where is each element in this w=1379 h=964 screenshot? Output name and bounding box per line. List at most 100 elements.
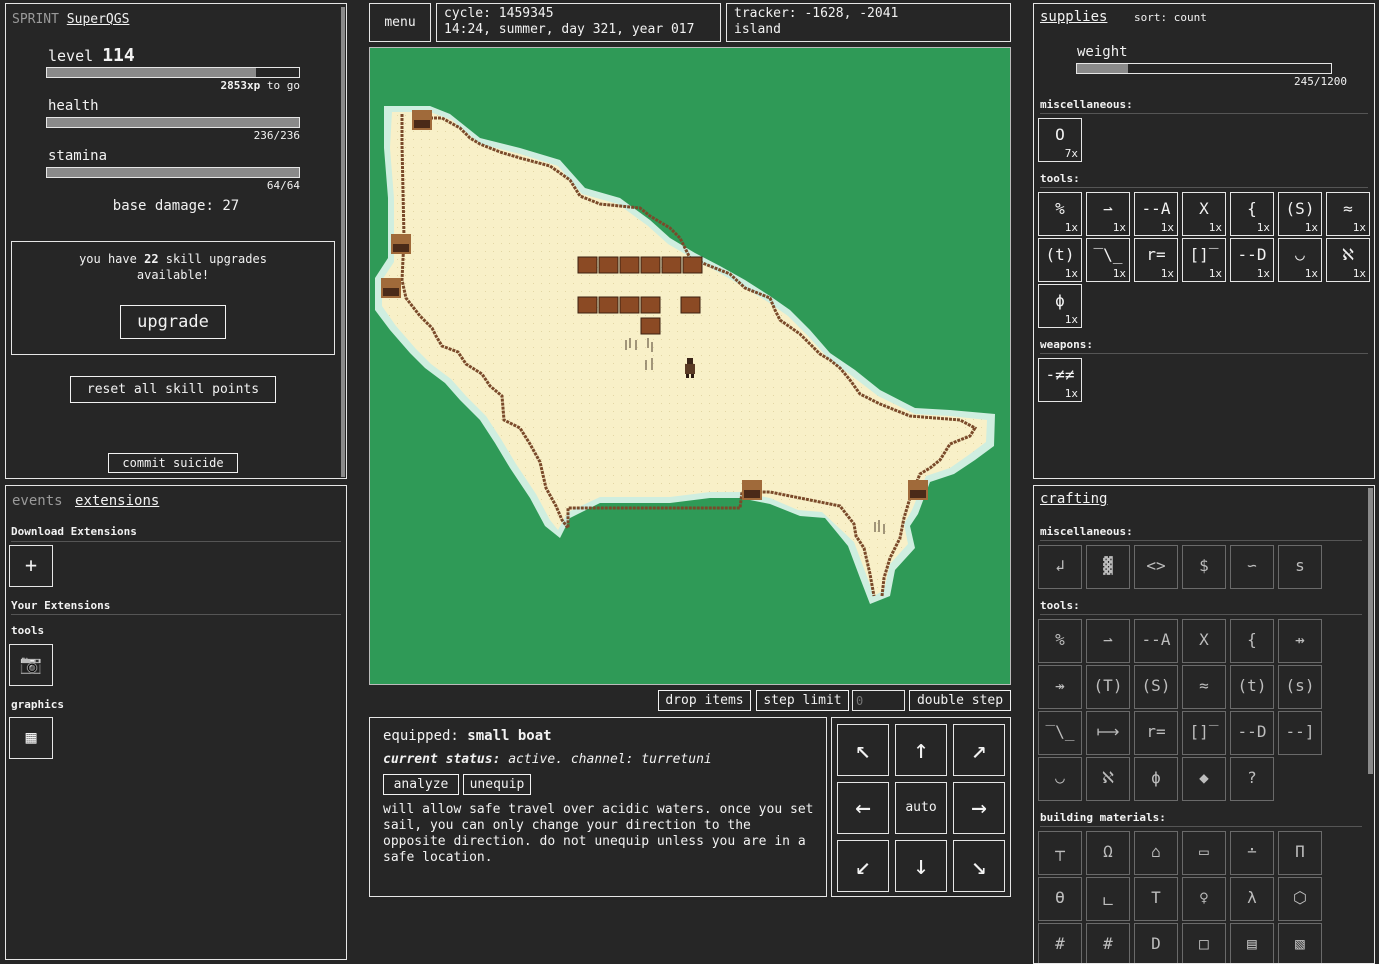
craft-recipe-slot[interactable]: □	[1182, 923, 1226, 963]
craft-recipe-slot[interactable]: ∽	[1230, 545, 1274, 589]
analyze-button[interactable]: analyze	[383, 774, 459, 795]
step-limit-input[interactable]	[852, 690, 905, 711]
craft-recipe-slot[interactable]: ◡	[1038, 757, 1082, 801]
scrollbar[interactable]	[341, 7, 345, 477]
craft-recipe-slot[interactable]: ▤	[1230, 923, 1274, 963]
craft-recipe-slot[interactable]: --]	[1278, 711, 1322, 755]
craft-recipe-slot[interactable]: ℵ	[1086, 757, 1130, 801]
move-west-button[interactable]: ←	[837, 782, 889, 834]
craft-recipe-slot[interactable]: ‾\_	[1038, 711, 1082, 755]
double-step-button[interactable]: double step	[909, 690, 1011, 711]
grid-extension[interactable]: ▦	[9, 717, 53, 759]
supply-item-slot[interactable]: {1x	[1230, 192, 1274, 236]
move-north-button[interactable]: ↑	[895, 724, 947, 776]
craft-recipe-slot[interactable]: ≈	[1182, 665, 1226, 709]
commit-suicide-button[interactable]: commit suicide	[108, 453, 238, 473]
craft-recipe-slot[interactable]: ⟼	[1086, 711, 1130, 755]
craft-recipe-slot[interactable]: #	[1038, 923, 1082, 963]
craft-recipe-slot[interactable]: %	[1038, 619, 1082, 663]
craft-recipe-slot[interactable]: ∸	[1230, 831, 1274, 875]
craft-recipe-slot[interactable]: ϴ	[1038, 877, 1082, 921]
craft-recipe-slot[interactable]: ▧	[1278, 923, 1322, 963]
scrollbar[interactable]	[1368, 488, 1373, 774]
supply-item-slot[interactable]: r= 1x	[1134, 238, 1178, 282]
tab-events[interactable]: events	[12, 493, 63, 509]
menu-button[interactable]: menu	[369, 3, 431, 42]
supply-item-slot[interactable]: O 7x	[1038, 118, 1082, 162]
craft-recipe-slot[interactable]: ♀	[1182, 877, 1226, 921]
reset-skill-points-button[interactable]: reset all skill points	[70, 376, 276, 403]
supply-item-slot[interactable]: []‾ 1x	[1182, 238, 1226, 282]
craft-recipe-slot[interactable]: (t)	[1230, 665, 1274, 709]
craft-recipe-slot[interactable]: --A	[1134, 619, 1178, 663]
supply-item-slot[interactable]: -≠≠ 1x	[1038, 358, 1082, 402]
move-southeast-button[interactable]: ↘	[953, 840, 1005, 892]
supply-item-slot[interactable]: ‾\_ 1x	[1086, 238, 1130, 282]
add-extension-button[interactable]: +	[9, 545, 53, 587]
craft-recipe-slot[interactable]: #	[1086, 923, 1130, 963]
supply-item-slot[interactable]: --A 1x	[1134, 192, 1178, 236]
craft-recipe-slot[interactable]: r=	[1134, 711, 1178, 755]
move-northwest-button[interactable]: ↖	[837, 724, 889, 776]
craft-recipe-slot[interactable]: ↲	[1038, 545, 1082, 589]
camera-extension[interactable]: 📷	[9, 644, 53, 686]
sort-control[interactable]: sort: count	[1134, 11, 1207, 24]
supply-item-slot[interactable]: ⇀ 1x	[1086, 192, 1130, 236]
supply-item-slot[interactable]: (S) 1x	[1278, 192, 1322, 236]
supply-item-slot[interactable]: ≈1x	[1326, 192, 1370, 236]
craft-recipe-slot[interactable]: []‾	[1182, 711, 1226, 755]
supply-item-slot[interactable]: ℵ 1x	[1326, 238, 1370, 282]
supply-item-slot[interactable]: X 1x	[1182, 192, 1226, 236]
move-east-button[interactable]: →	[953, 782, 1005, 834]
supply-item-slot[interactable]: ◡ 1x	[1278, 238, 1322, 282]
craft-recipe-slot[interactable]: ㄴ	[1086, 877, 1130, 921]
auto-button[interactable]: auto	[895, 782, 947, 834]
craft-recipe-slot[interactable]: Ω	[1086, 831, 1130, 875]
craft-recipe-slot[interactable]: ⌂	[1134, 831, 1178, 875]
supply-item-slot[interactable]: ϕ 1x	[1038, 284, 1082, 328]
craft-recipe-slot[interactable]: ▭	[1182, 831, 1226, 875]
hut[interactable]	[908, 480, 928, 500]
craft-recipe-slot[interactable]: --D	[1230, 711, 1274, 755]
craft-recipe-slot[interactable]: ↠	[1038, 665, 1082, 709]
craft-recipe-slot[interactable]: s	[1278, 545, 1322, 589]
supplies-title[interactable]: supplies	[1040, 9, 1107, 25]
unequip-button[interactable]: unequip	[463, 774, 531, 795]
craft-recipe-slot[interactable]: λ	[1230, 877, 1274, 921]
craft-recipe-slot[interactable]: D	[1134, 923, 1178, 963]
move-south-button[interactable]: ↓	[895, 840, 947, 892]
craft-recipe-slot[interactable]: Π	[1278, 831, 1322, 875]
craft-recipe-slot[interactable]: <>	[1134, 545, 1178, 589]
drop-items-button[interactable]: drop items	[658, 690, 751, 711]
hut[interactable]	[391, 234, 411, 254]
craft-recipe-slot[interactable]: ┬	[1038, 831, 1082, 875]
upgrade-button[interactable]: upgrade	[120, 305, 226, 339]
supply-item-slot[interactable]: --D 1x	[1230, 238, 1274, 282]
map-canvas[interactable]	[370, 48, 1010, 684]
craft-recipe-slot[interactable]: X	[1182, 619, 1226, 663]
crafting-title[interactable]: crafting	[1040, 491, 1107, 507]
craft-recipe-slot[interactable]: T	[1134, 877, 1178, 921]
sort-value[interactable]: count	[1174, 11, 1207, 24]
craft-recipe-slot[interactable]: ?	[1230, 757, 1274, 801]
craft-recipe-slot[interactable]: ◆	[1182, 757, 1226, 801]
move-southwest-button[interactable]: ↙	[837, 840, 889, 892]
hut[interactable]	[742, 480, 762, 500]
player-name[interactable]: SuperQGS	[67, 12, 130, 27]
craft-recipe-slot[interactable]: ▓	[1086, 545, 1130, 589]
hut[interactable]	[412, 110, 432, 130]
game-map[interactable]	[369, 47, 1011, 685]
craft-recipe-slot[interactable]: ϕ	[1134, 757, 1178, 801]
craft-recipe-slot[interactable]: (s)	[1278, 665, 1322, 709]
tab-extensions[interactable]: extensions	[75, 493, 159, 509]
craft-recipe-slot[interactable]: ⇀	[1086, 619, 1130, 663]
craft-recipe-slot[interactable]: (T)	[1086, 665, 1130, 709]
craft-recipe-slot[interactable]: {	[1230, 619, 1274, 663]
craft-recipe-slot[interactable]: $	[1182, 545, 1226, 589]
step-limit-button[interactable]: step limit	[756, 690, 849, 711]
hut[interactable]	[381, 278, 401, 298]
craft-recipe-slot[interactable]: ⬡	[1278, 877, 1322, 921]
supply-item-slot[interactable]: (t) 1x	[1038, 238, 1082, 282]
craft-recipe-slot[interactable]: ⇸	[1278, 619, 1322, 663]
supply-item-slot[interactable]: % 1x	[1038, 192, 1082, 236]
